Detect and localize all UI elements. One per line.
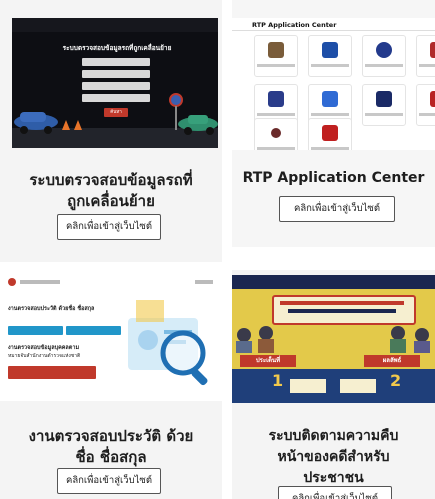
thumb-line3: หมายจับสำนักงานตำรวจแห่งชาติ: [8, 353, 81, 359]
thumb-heading: RTP Application Center: [252, 21, 337, 29]
card-background-check-by-name: งานตรวจสอบประวัติ ด้วยชื่อ ชื่อสกุล งานต…: [0, 270, 222, 499]
thumb-street-scene: [12, 93, 218, 148]
magnifier-id-card-illustration: [128, 300, 208, 386]
card-thumbnail: ระบบตรวจสอบข้อมูลรถที่ถูกเคลื่อนย้าย ค้น…: [12, 18, 218, 148]
visit-website-button[interactable]: คลิกเพื่อเข้าสู่เว็บไซต์: [278, 486, 392, 499]
card-vehicle-tow-check: ระบบตรวจสอบข้อมูลรถที่ถูกเคลื่อนย้าย ค้น…: [0, 0, 222, 262]
thumb-people-illustration: [236, 326, 430, 353]
thumb-line1: งานตรวจสอบประวัติ ด้วยชื่อ ชื่อสกุล: [8, 306, 95, 312]
card-thumbnail: ประเด็นที่ ผลลัพธ์ 1 2: [232, 275, 435, 403]
thumb-tab-results: ผลลัพธ์: [364, 355, 420, 367]
card-rtp-application-center: RTP Application Center RTP Application C…: [232, 0, 435, 247]
visit-website-button[interactable]: คลิกเพื่อเข้าสู่เว็บไซต์: [279, 196, 395, 222]
card-thumbnail: RTP Application Center: [232, 18, 435, 150]
card-title: ระบบตรวจสอบข้อมูลรถที่ ถูกเคลื่อนย้าย: [29, 171, 193, 210]
visit-website-button[interactable]: คลิกเพื่อเข้าสู่เว็บไซต์: [57, 214, 161, 240]
card-thumbnail: งานตรวจสอบประวัติ ด้วยชื่อ ชื่อสกุล งานต…: [0, 270, 222, 401]
thumb-step-1: 1: [272, 371, 284, 390]
thumb-line2: งานตรวจสอบข้อมูลบุคคลตาม: [8, 345, 80, 351]
thumb-step-2: 2: [390, 371, 402, 390]
card-title: RTP Application Center: [242, 170, 425, 186]
visit-website-button[interactable]: คลิกเพื่อเข้าสู่เว็บไซต์: [57, 468, 161, 494]
card-case-progress-tracking: ประเด็นที่ ผลลัพธ์ 1 2 ระบบติดตามความคืบ…: [232, 270, 435, 499]
card-title: งานตรวจสอบประวัติ ด้วย ชื่อ ชื่อสกุล: [28, 427, 194, 466]
thumb-tab-issues: ประเด็นที่: [240, 355, 296, 367]
card-title: ระบบติดตามความคืบ หน้าของคดีสำหรับ ประชา…: [268, 428, 399, 486]
